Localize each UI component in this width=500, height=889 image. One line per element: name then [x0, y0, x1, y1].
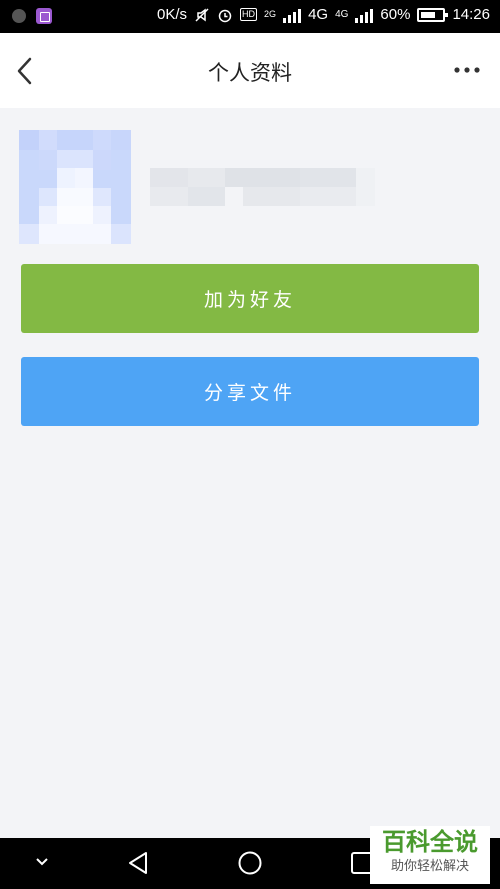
watermark-subtitle: 助你轻松解决 [390, 859, 469, 874]
network-type-a: 4G [308, 6, 329, 23]
watermark: 百科全说 助你轻松解决 [370, 826, 490, 884]
chevron-down-icon[interactable] [34, 856, 50, 868]
hd-badge: HD [240, 8, 258, 21]
watermark-title: 百科全说 [382, 828, 478, 856]
profile-avatar[interactable] [19, 130, 131, 244]
clock: 14:26 [452, 6, 490, 23]
alarm-icon [218, 9, 232, 22]
mute-icon [195, 7, 209, 22]
profile-name-blurred [150, 168, 375, 206]
more-options-button[interactable] [452, 58, 482, 82]
signal-icon [283, 7, 302, 23]
app-header: 个人资料 [0, 33, 500, 108]
status-bar: 0K/s HD 2G 4G 4G 60% 14:26 [0, 0, 500, 33]
network-type-b: 4G [335, 9, 349, 20]
battery-percent: 60% [380, 6, 411, 23]
add-friend-button[interactable]: 加为好友 [21, 264, 479, 333]
network-type-small: 2G [264, 9, 277, 19]
share-file-button[interactable]: 分享文件 [21, 357, 479, 426]
network-speed: 0K/s [157, 6, 188, 23]
back-triangle-icon[interactable] [126, 850, 152, 876]
gallery-icon [36, 8, 52, 24]
app-notification-icon [12, 9, 26, 23]
home-circle-icon[interactable] [237, 850, 263, 876]
page-title: 个人资料 [208, 61, 292, 85]
battery-icon [417, 7, 449, 22]
more-dots-icon [454, 67, 480, 73]
signal-icon-2 [355, 7, 374, 23]
